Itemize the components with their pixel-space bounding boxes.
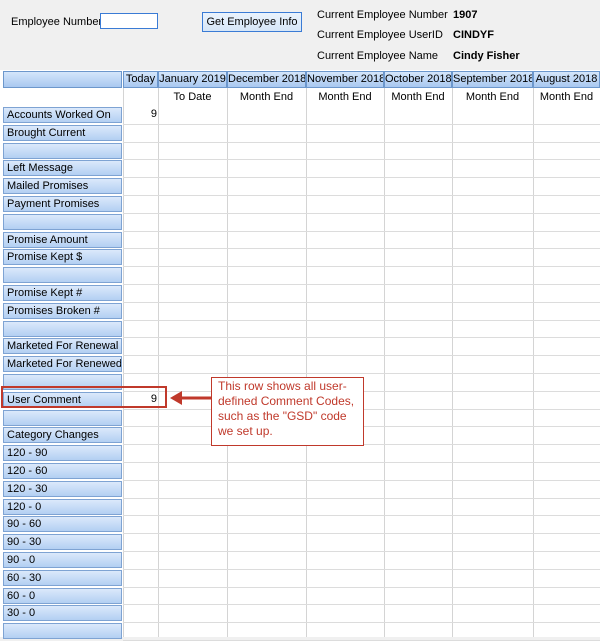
- employee-number-input[interactable]: [100, 13, 158, 29]
- current-number-label: Current Employee Number: [317, 9, 448, 21]
- grid-line: [227, 88, 228, 637]
- row-header[interactable]: [3, 409, 122, 426]
- grid-line: [123, 604, 600, 606]
- row-header[interactable]: [3, 142, 122, 159]
- grid-line: [123, 373, 600, 374]
- grid-line: [123, 266, 600, 268]
- row-header[interactable]: Marketed For Renewal #: [3, 338, 122, 355]
- current-userid-value: CINDYF: [453, 29, 494, 41]
- current-name-value: Cindy Fisher: [453, 50, 520, 62]
- column-header[interactable]: August 2018: [533, 71, 600, 88]
- row-header[interactable]: Promises Broken #: [3, 302, 122, 319]
- grid-line: [123, 123, 600, 125]
- row-header[interactable]: [3, 267, 122, 284]
- current-userid-label: Current Employee UserID: [317, 29, 443, 41]
- grid-line: [123, 88, 124, 637]
- grid-line: [123, 515, 600, 517]
- column-subheader: Month End: [384, 89, 452, 106]
- row-header[interactable]: 30 - 0: [3, 605, 122, 622]
- column-subheader: Month End: [533, 89, 600, 106]
- column-subheader: Month End: [306, 89, 384, 106]
- row-header[interactable]: Category Changes: [3, 427, 122, 444]
- grid-line: [158, 88, 159, 637]
- grid-line: [123, 195, 600, 196]
- grid-line: [123, 301, 600, 303]
- grid-line: [123, 622, 600, 624]
- row-header[interactable]: 90 - 60: [3, 516, 122, 533]
- annotation-callout: This row shows all user-defined Comment …: [211, 377, 364, 446]
- column-subheader: Month End: [227, 89, 306, 106]
- column-header[interactable]: January 2019: [158, 71, 227, 88]
- grid-line: [306, 88, 307, 637]
- grid-line: [123, 355, 600, 357]
- row-header[interactable]: Promise Kept $: [3, 249, 122, 266]
- current-name-label: Current Employee Name: [317, 50, 439, 62]
- row-header[interactable]: Promise Kept #: [3, 285, 122, 301]
- grid-line: [123, 141, 600, 143]
- row-header[interactable]: 90 - 0: [3, 552, 122, 568]
- column-subheader: Month End: [452, 89, 533, 106]
- row-header[interactable]: Marketed For Renewed #: [3, 356, 122, 373]
- grid-line: [384, 88, 385, 637]
- grid-line: [123, 212, 600, 214]
- row-header[interactable]: Left Message: [3, 160, 122, 177]
- grid-line: [123, 497, 600, 499]
- get-employee-info-button[interactable]: Get Employee Info: [202, 12, 302, 32]
- row-header[interactable]: 120 - 0: [3, 498, 122, 515]
- grid-line: [123, 568, 600, 570]
- row-header[interactable]: 120 - 60: [3, 463, 122, 479]
- row-header[interactable]: [3, 320, 122, 337]
- grid-line: [123, 248, 600, 250]
- grid-corner-header: [3, 71, 122, 88]
- row-header[interactable]: 120 - 90: [3, 445, 122, 462]
- row-header[interactable]: Promise Amount: [3, 231, 122, 248]
- row-header[interactable]: Payment Promises: [3, 196, 122, 212]
- grid-line: [123, 319, 600, 321]
- employee-number-label: Employee Number: [11, 16, 103, 28]
- grid-line: [123, 159, 600, 161]
- grid-line: [533, 88, 534, 637]
- column-header[interactable]: October 2018: [384, 71, 452, 88]
- today-cell-value[interactable]: 9: [123, 108, 157, 120]
- column-header[interactable]: Today: [123, 71, 158, 88]
- grid-line: [123, 230, 600, 232]
- grid-line: [123, 284, 600, 285]
- column-subheader: [123, 89, 158, 106]
- grid-line: [123, 586, 600, 588]
- user-comment-row-highlight: [1, 386, 167, 408]
- row-header[interactable]: [3, 213, 122, 230]
- row-header[interactable]: 90 - 30: [3, 534, 122, 551]
- grid-line: [123, 177, 600, 179]
- callout-arrow-icon: [170, 391, 212, 405]
- column-header[interactable]: September 2018: [452, 71, 533, 88]
- grid-line: [123, 337, 600, 339]
- column-header[interactable]: December 2018: [227, 71, 306, 88]
- grid-line: [123, 479, 600, 481]
- row-header[interactable]: Accounts Worked On: [3, 107, 122, 123]
- grid-line: [123, 551, 600, 552]
- grid-line: [123, 533, 600, 535]
- column-subheader: To Date: [158, 89, 227, 106]
- row-header[interactable]: 60 - 30: [3, 569, 122, 586]
- row-header[interactable]: Brought Current: [3, 124, 122, 141]
- grid-line: [123, 462, 600, 463]
- row-header[interactable]: 120 - 30: [3, 480, 122, 497]
- current-number-value: 1907: [453, 9, 478, 21]
- row-header[interactable]: Mailed Promises: [3, 178, 122, 195]
- grid-line: [452, 88, 453, 637]
- column-header[interactable]: November 2018: [306, 71, 384, 88]
- row-header[interactable]: 60 - 0: [3, 587, 122, 604]
